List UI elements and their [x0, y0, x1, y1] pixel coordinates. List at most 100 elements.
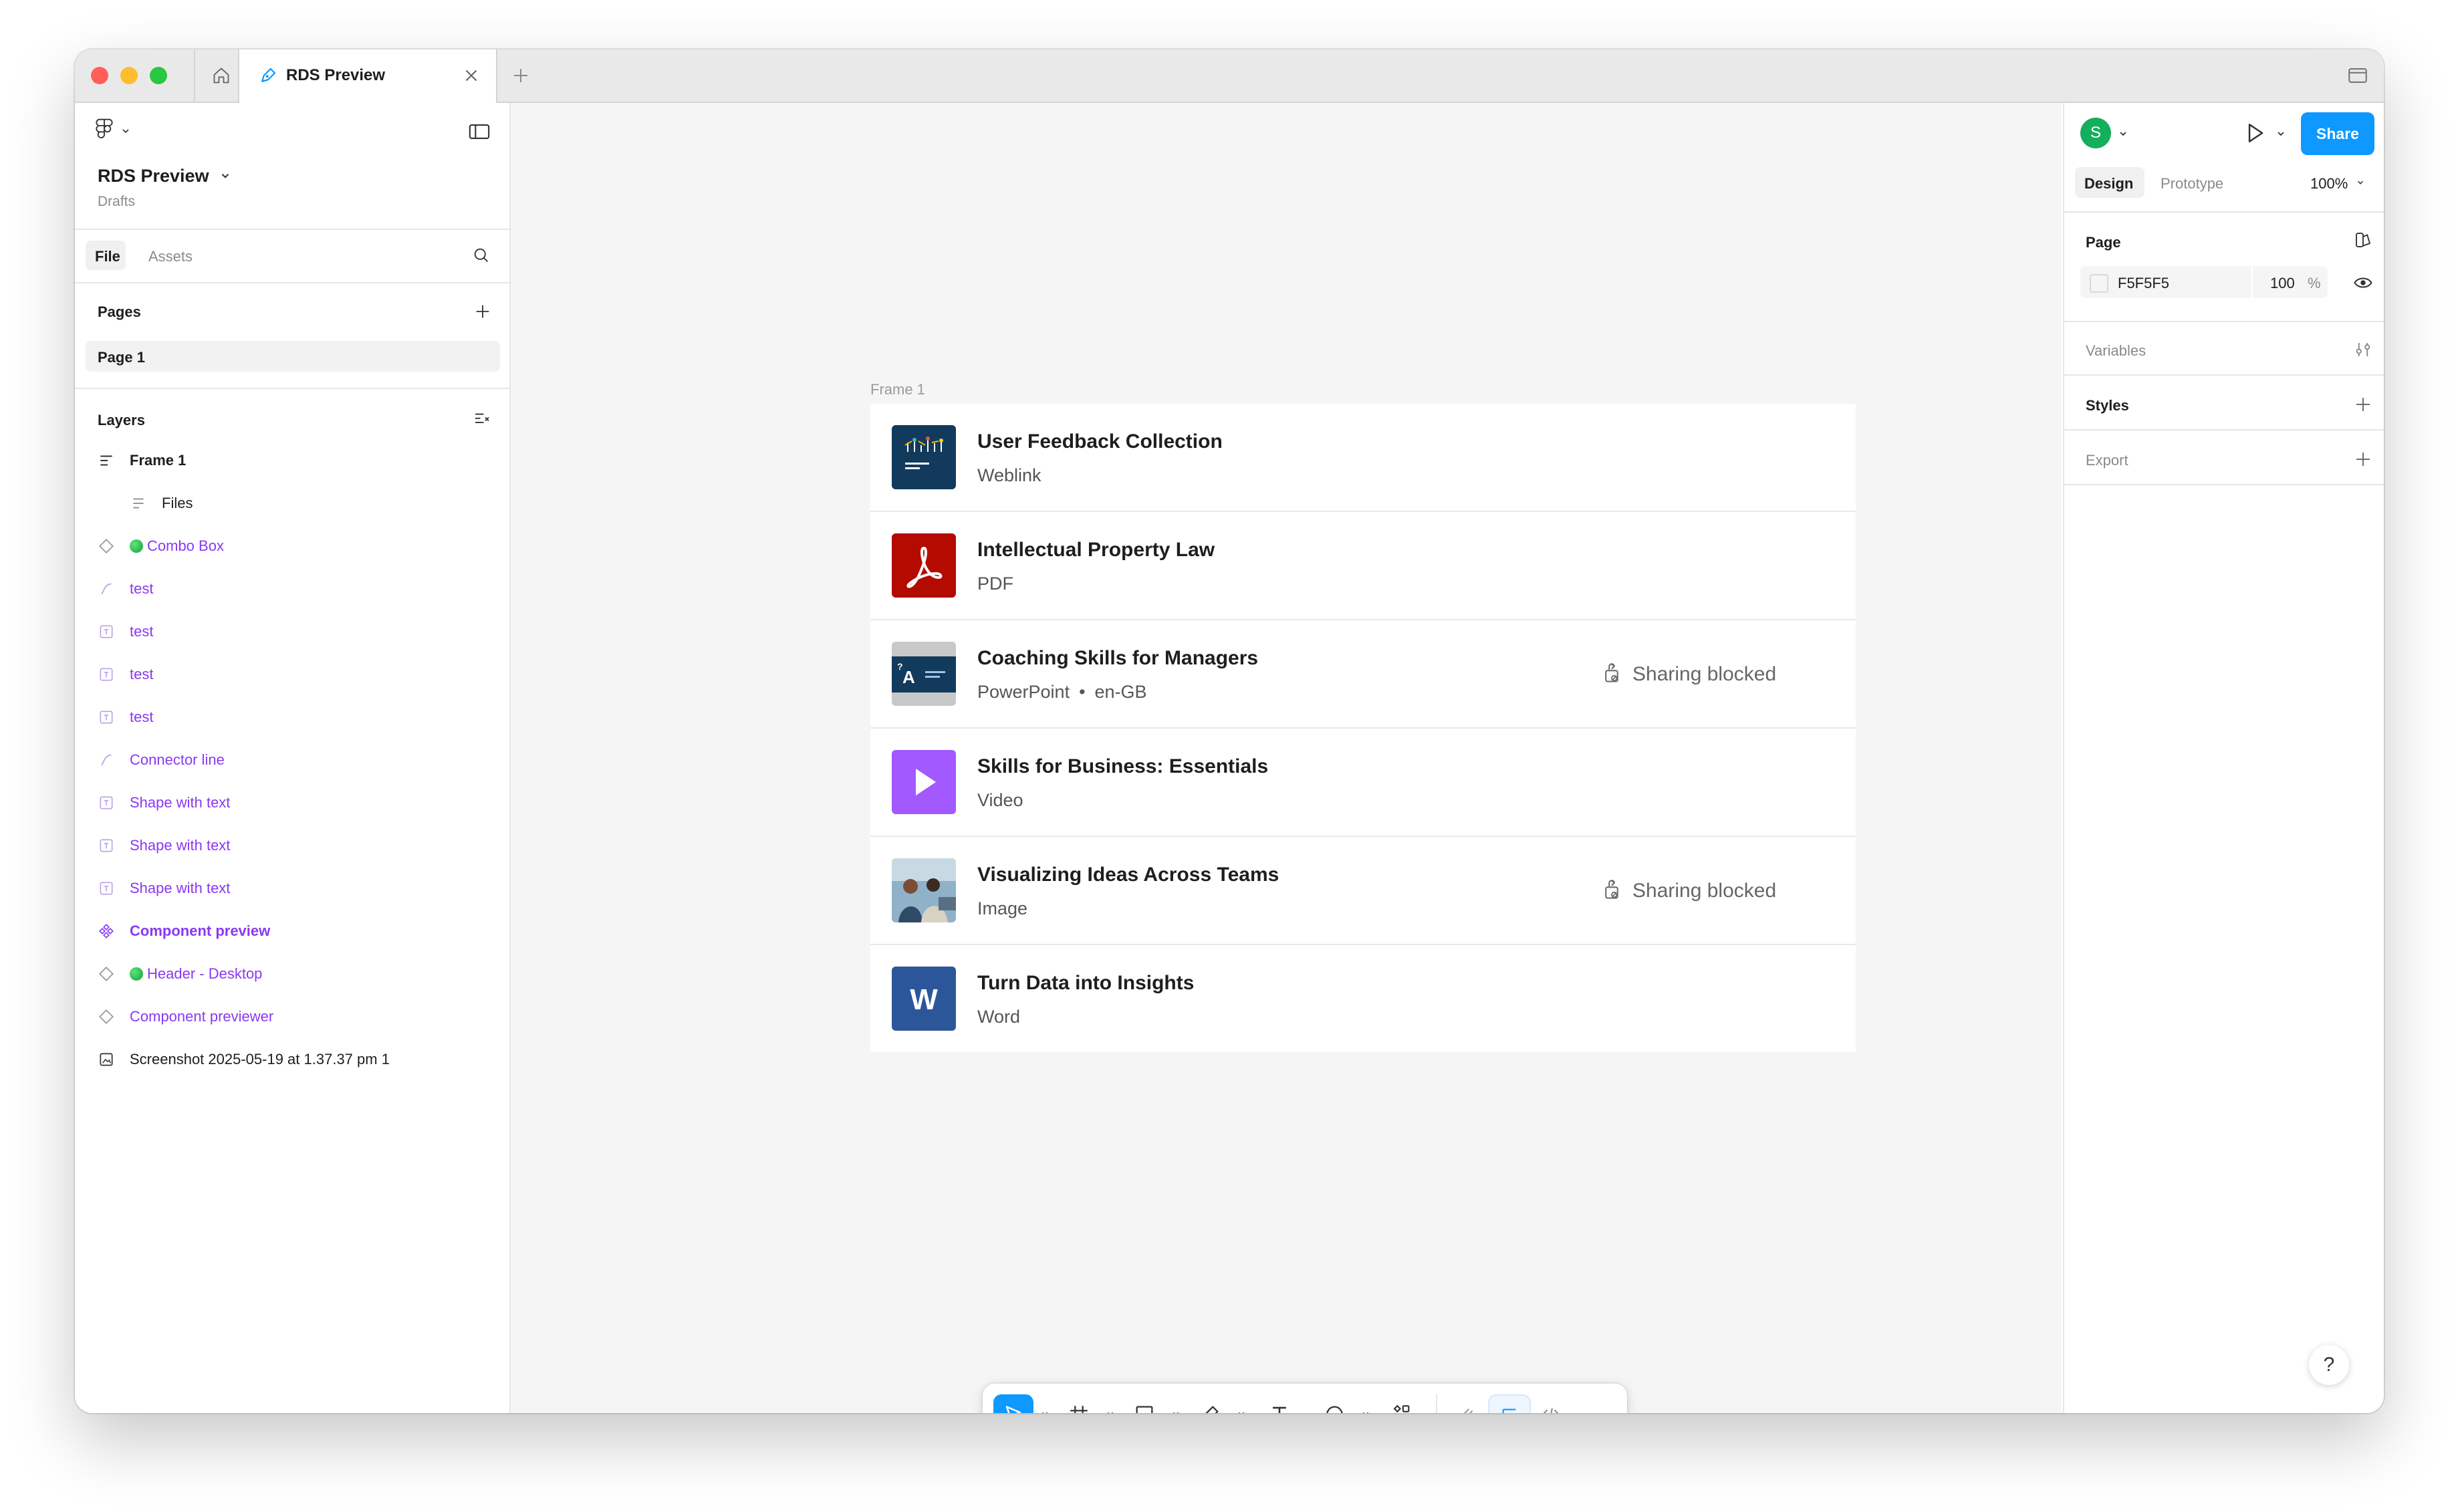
zoom-window-button[interactable] [150, 67, 167, 84]
avatar[interactable]: S [2080, 118, 2111, 148]
file-row[interactable]: Intellectual Property Law PDF [870, 512, 1856, 620]
file-name[interactable]: RDS Preview [98, 166, 209, 186]
chevron-down-icon[interactable] [219, 170, 231, 182]
variables-icon[interactable] [2353, 340, 2373, 360]
layer-frame[interactable]: Frame 1 [98, 445, 485, 475]
close-window-button[interactable] [91, 67, 108, 84]
chevron-down-icon[interactable] [2356, 178, 2365, 187]
tab-file[interactable]: File [86, 241, 126, 270]
page-color-value[interactable]: F5F5F5 [2118, 275, 2169, 292]
tab-design[interactable]: Design [2075, 167, 2144, 198]
chevron-down-icon[interactable] [1040, 1409, 1050, 1413]
layer-image[interactable]: Screenshot 2025-05-19 at 1.37.37 pm 1 [98, 1044, 485, 1074]
layer-shape-text[interactable]: test [98, 616, 485, 646]
add-export-icon[interactable] [2353, 449, 2373, 469]
layer-instance[interactable]: Header - Desktop [98, 959, 485, 988]
chevron-down-icon[interactable] [1361, 1409, 1370, 1413]
actions-button[interactable] [1381, 1394, 1421, 1413]
page-item[interactable]: Page 1 [86, 341, 500, 372]
search-icon[interactable] [472, 246, 491, 265]
chevron-down-icon[interactable] [2118, 128, 2128, 139]
layer-component[interactable]: Component preview [98, 916, 485, 945]
tab-design-label: Design [2084, 175, 2134, 192]
frame-tool-button[interactable] [1059, 1394, 1099, 1413]
divider [2064, 321, 2384, 322]
file-title: Visualizing Ideas Across Teams [977, 864, 1279, 886]
file-row[interactable]: ? A Coaching Skills for Managers PowerPo… [870, 620, 1856, 729]
file-row[interactable]: Skills for Business: Essentials Video [870, 729, 1856, 837]
main-menu-button[interactable] [95, 118, 131, 146]
file-tab[interactable]: RDS Preview [238, 49, 497, 103]
page-opacity-value[interactable]: 100 [2270, 275, 2295, 292]
green-dot-icon [130, 967, 143, 981]
layer-label: Shape with text [130, 794, 231, 811]
connector-icon [101, 583, 112, 595]
sidebar-layout-icon[interactable] [2346, 64, 2369, 87]
color-styles-icon[interactable] [2353, 230, 2373, 250]
layer-shape-text[interactable]: Shape with text [98, 787, 485, 817]
frame-label[interactable]: Frame 1 [870, 381, 925, 398]
dev-mode-button[interactable] [1531, 1394, 1571, 1413]
file-row[interactable]: User Feedback Collection Weblink [870, 404, 1856, 512]
layer-shape-text[interactable]: Shape with text [98, 830, 485, 860]
add-page-icon[interactable] [473, 302, 492, 321]
file-row[interactable]: Visualizing Ideas Across Teams Image Sha… [870, 837, 1856, 945]
frame-icon [100, 455, 112, 466]
design-mode-button[interactable] [1488, 1394, 1531, 1413]
collapse-layers-icon[interactable] [472, 409, 492, 429]
shape-text-icon [100, 625, 113, 638]
image-icon [100, 1053, 113, 1066]
toggle-sidebar-icon[interactable] [468, 122, 491, 142]
layer-shape-text[interactable]: test [98, 659, 485, 688]
page-color-field[interactable]: F5F5F5 100 % [2080, 266, 2328, 298]
cursor-icon [1005, 1406, 1021, 1413]
powerpoint-thumbnail: ? A [892, 642, 956, 706]
shape-text-icon [100, 796, 113, 809]
layer-shape-text[interactable]: test [98, 702, 485, 731]
home-icon [213, 68, 229, 84]
layer-connector[interactable]: test [98, 574, 485, 603]
tab-assets[interactable]: Assets [148, 248, 193, 265]
rectangle-tool-button[interactable] [1124, 1394, 1164, 1413]
add-style-icon[interactable] [2353, 394, 2373, 414]
sharing-blocked-label: Sharing blocked [1632, 880, 1777, 902]
move-tool-button[interactable] [993, 1394, 1033, 1413]
variables-heading: Variables [2086, 342, 2146, 359]
layer-label: Header - Desktop [130, 965, 262, 983]
chevron-down-icon[interactable] [1171, 1409, 1181, 1413]
file-location[interactable]: Drafts [98, 194, 135, 210]
color-swatch[interactable] [2090, 274, 2108, 293]
tab-prototype[interactable]: Prototype [2161, 175, 2223, 193]
chevron-down-icon[interactable] [1237, 1409, 1246, 1413]
zoom-level[interactable]: 100% [2310, 175, 2348, 193]
close-tab-icon[interactable] [461, 66, 481, 86]
new-tab-icon[interactable] [511, 66, 531, 86]
weblink-thumbnail [892, 425, 956, 489]
chevron-down-icon[interactable] [2276, 128, 2286, 139]
chevron-down-icon[interactable] [1106, 1409, 1115, 1413]
file-type: Image [977, 898, 1028, 918]
help-button[interactable]: ? [2309, 1345, 2349, 1385]
frame[interactable]: User Feedback Collection Weblink Intelle… [870, 404, 1856, 1052]
file-row[interactable]: W Turn Data into Insights Word [870, 945, 1856, 1052]
right-panel: S Share Design Prototype 100% Page F5F5F… [2063, 103, 2384, 1413]
frame-tool-icon [1070, 1406, 1088, 1413]
layer-shape-text[interactable]: Shape with text [98, 873, 485, 902]
minimize-window-button[interactable] [120, 67, 138, 84]
text-tool-button[interactable] [1259, 1394, 1300, 1413]
draw-mode-button[interactable] [1445, 1394, 1485, 1413]
comment-tool-button[interactable] [1314, 1394, 1354, 1413]
pdf-icon [892, 533, 956, 598]
layer-autolayout[interactable]: Files [130, 488, 517, 517]
canvas[interactable]: Frame 1 User Feedback Collection Weblink… [511, 103, 2062, 1413]
play-icon[interactable] [2242, 120, 2267, 146]
share-button[interactable]: Share [2301, 112, 2374, 155]
pen-tool-button[interactable] [1190, 1394, 1230, 1413]
eye-icon[interactable] [2353, 273, 2373, 293]
draw-icon [1463, 1408, 1473, 1413]
layer-connector[interactable]: Connector line [98, 745, 485, 774]
video-play-icon [892, 750, 956, 814]
layer-instance[interactable]: Component previewer [98, 1001, 485, 1031]
tab-title: RDS Preview [286, 66, 386, 84]
layer-instance[interactable]: Combo Box [98, 531, 485, 560]
